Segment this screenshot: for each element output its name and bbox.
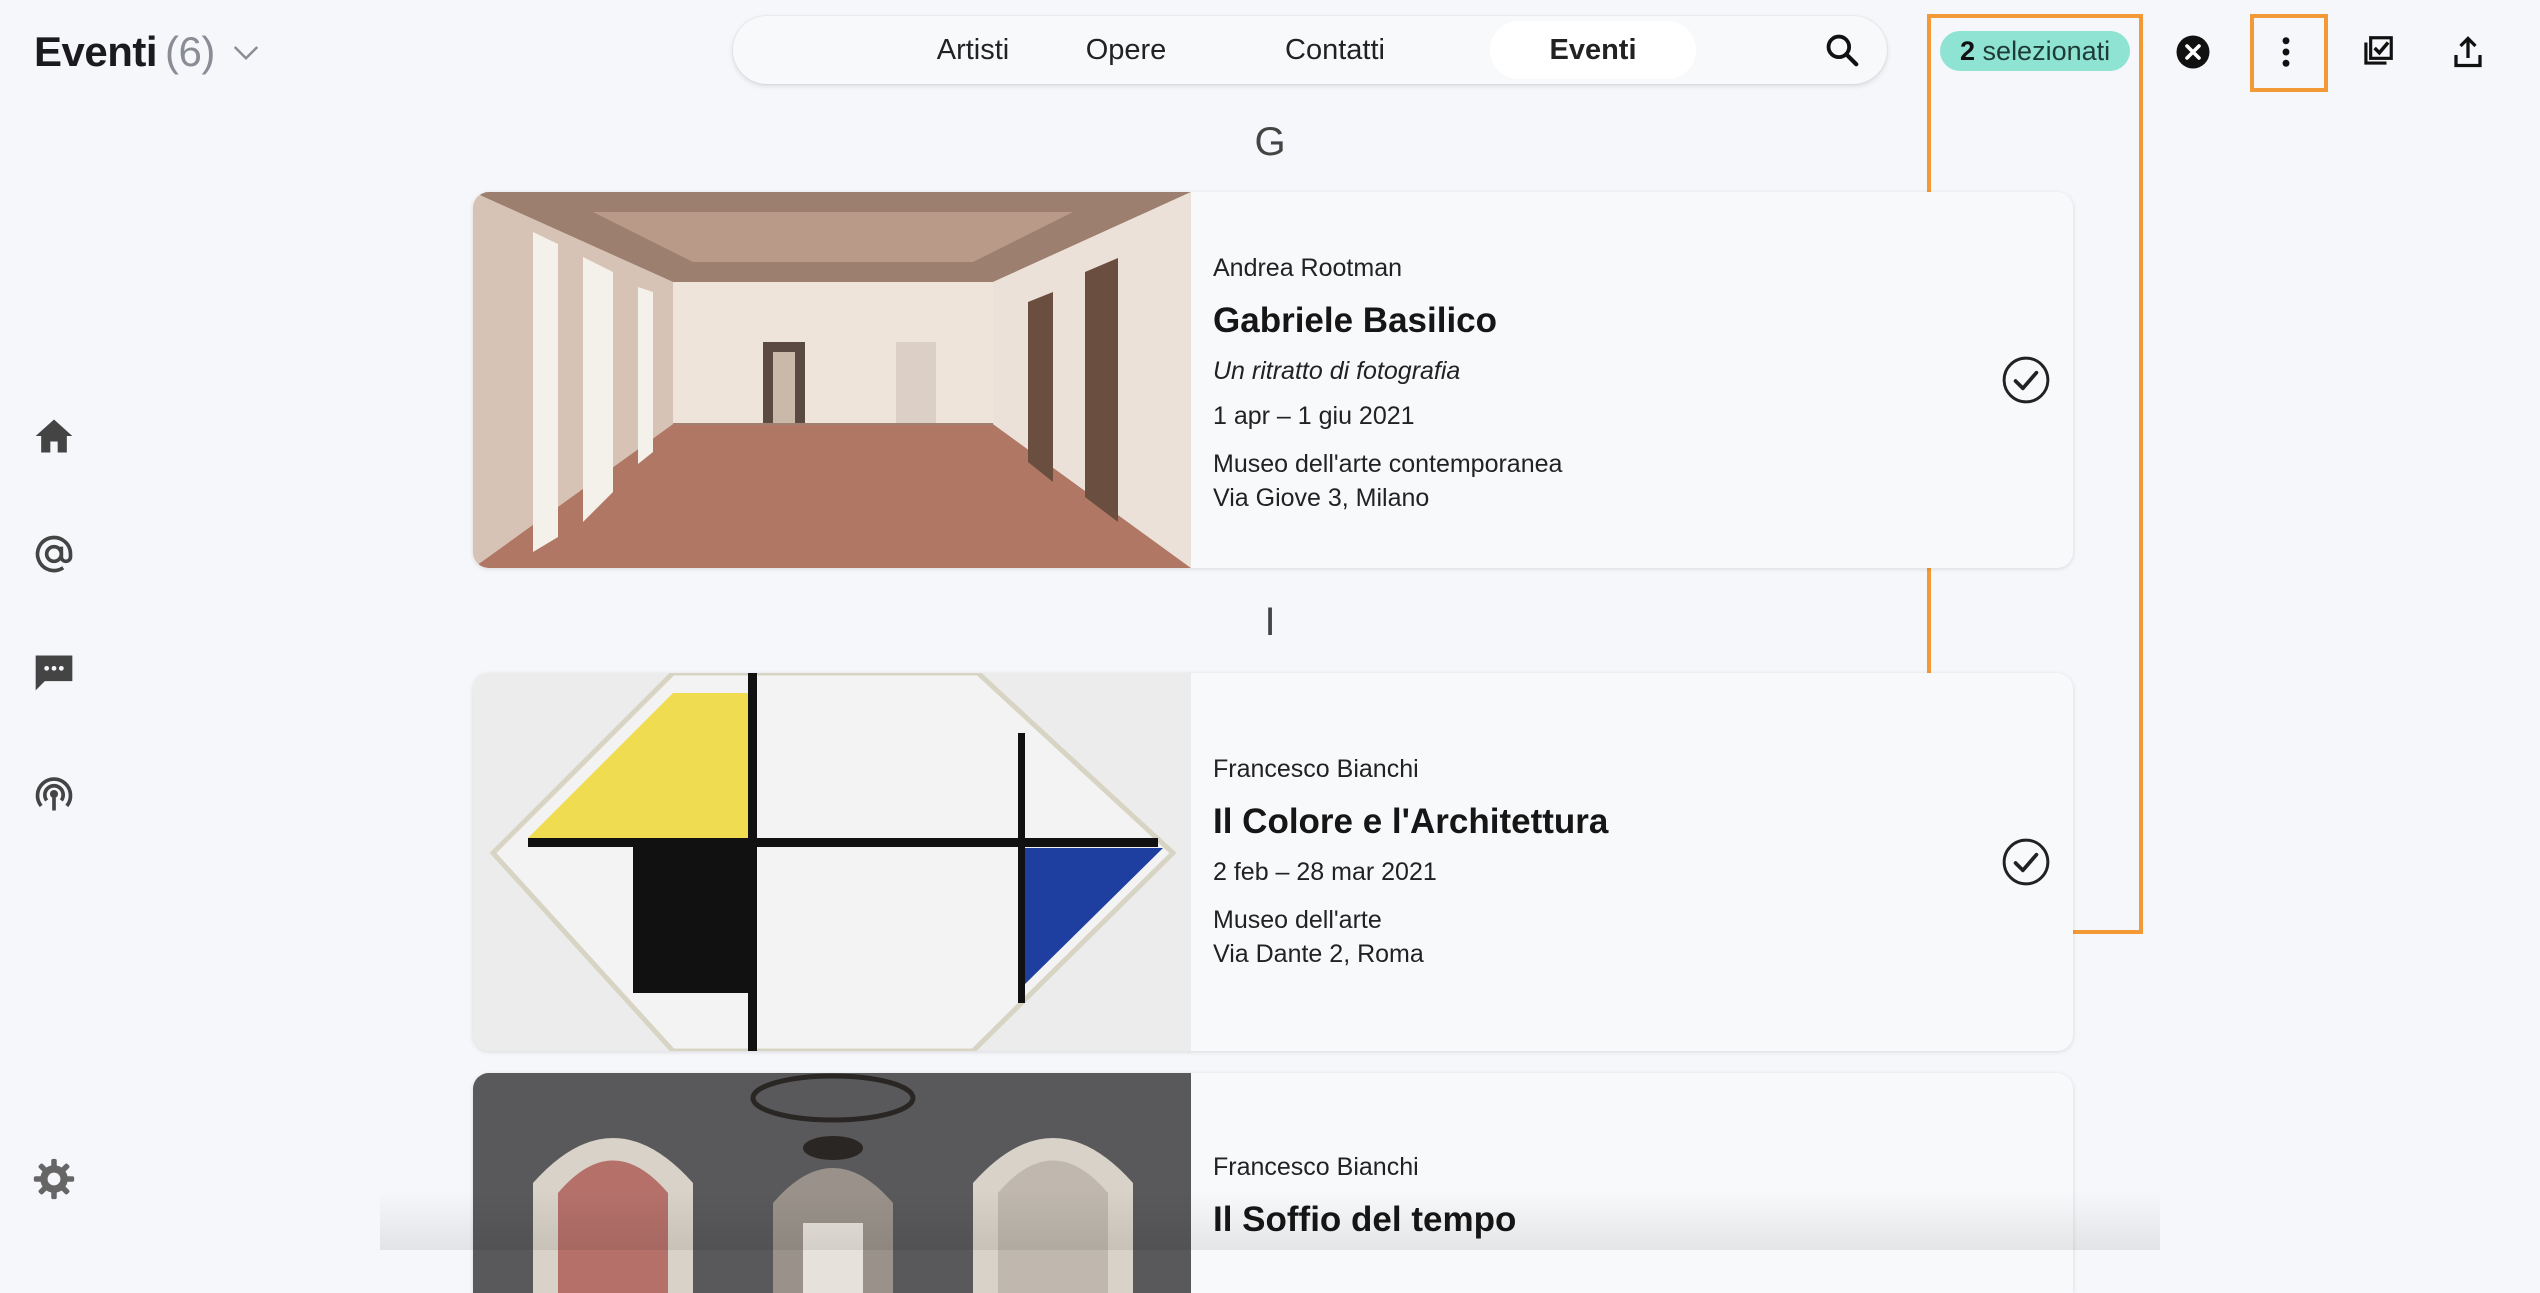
sidebar-item-broadcast[interactable] <box>30 770 78 818</box>
section-header-g: G <box>1254 120 1286 164</box>
event-venue: Museo dell'arte contemporanea <box>1213 450 1563 478</box>
event-title: Gabriele Basilico <box>1213 301 1498 340</box>
selected-check-icon[interactable] <box>2001 837 2051 887</box>
view-selector[interactable]: Eventi (6) <box>34 20 261 84</box>
event-card-il-colore[interactable]: Francesco Bianchi Il Colore e l'Architet… <box>473 673 2073 1051</box>
tab-opere[interactable]: Opere <box>1051 21 1201 79</box>
chevron-down-icon <box>233 46 259 61</box>
clear-selection-button[interactable] <box>2168 27 2218 77</box>
event-image <box>473 1073 1191 1293</box>
export-icon <box>2454 36 2482 68</box>
tab-artisti[interactable]: Artisti <box>893 21 1053 79</box>
event-venue: Museo dell'arte <box>1213 906 1382 934</box>
close-icon <box>2176 35 2210 69</box>
tab-eventi[interactable]: Eventi <box>1490 21 1696 79</box>
event-artist: Andrea Rootman <box>1213 254 1403 282</box>
at-icon <box>35 535 73 573</box>
event-image <box>473 673 1191 1051</box>
view-title: Eventi <box>34 28 158 75</box>
event-image <box>473 192 1191 568</box>
sidebar-item-messages[interactable] <box>30 648 78 696</box>
selection-count: 2 <box>1960 36 1976 66</box>
event-card-gabriele-basilico[interactable]: Andrea Rootman Gabriele Basilico Un ritr… <box>473 192 2073 568</box>
event-subtitle: Un ritratto di fotografia <box>1213 357 1461 385</box>
chat-icon <box>35 655 73 691</box>
home-icon <box>35 419 73 453</box>
broadcast-icon <box>35 777 73 811</box>
tab-contatti[interactable]: Contatti <box>1250 21 1420 79</box>
section-header-i: I <box>1264 600 1276 644</box>
selection-label: selezionati <box>1982 36 2111 66</box>
event-address: Via Giove 3, Milano <box>1213 484 1430 512</box>
event-location: Museo dell'arte Via Dante 2, Roma <box>1213 903 1608 971</box>
more-options-button[interactable] <box>2261 27 2311 77</box>
event-dates: 1 apr – 1 giu 2021 <box>1213 402 1415 430</box>
settings-icon <box>33 1158 75 1200</box>
sidebar-item-contacts[interactable] <box>30 530 78 578</box>
event-artist: Francesco Bianchi <box>1213 755 1419 783</box>
search-icon[interactable] <box>1823 31 1861 69</box>
section-tabs: Artisti Opere Contatti Eventi <box>733 16 1887 84</box>
event-title: Il Soffio del tempo <box>1213 1200 1517 1239</box>
sidebar-item-settings[interactable] <box>30 1155 78 1203</box>
event-location: Museo dell'arte contemporanea Via Giove … <box>1213 447 1562 515</box>
event-card-il-soffio[interactable]: Francesco Bianchi Il Soffio del tempo <box>473 1073 2073 1293</box>
event-artist: Francesco Bianchi <box>1213 1153 1419 1181</box>
selection-count-badge: 2 selezionati <box>1940 31 2131 71</box>
view-count: (6) <box>165 28 215 75</box>
select-all-icon <box>2364 36 2393 65</box>
selected-check-icon[interactable] <box>2001 355 2051 405</box>
more-vertical-icon <box>2282 37 2290 67</box>
event-dates: 2 feb – 28 mar 2021 <box>1213 858 1437 886</box>
select-all-button[interactable] <box>2352 27 2402 77</box>
event-address: Via Dante 2, Roma <box>1213 940 1424 968</box>
event-title: Il Colore e l'Architettura <box>1213 802 1609 841</box>
export-button[interactable] <box>2443 27 2493 77</box>
sidebar-item-home[interactable] <box>30 412 78 460</box>
